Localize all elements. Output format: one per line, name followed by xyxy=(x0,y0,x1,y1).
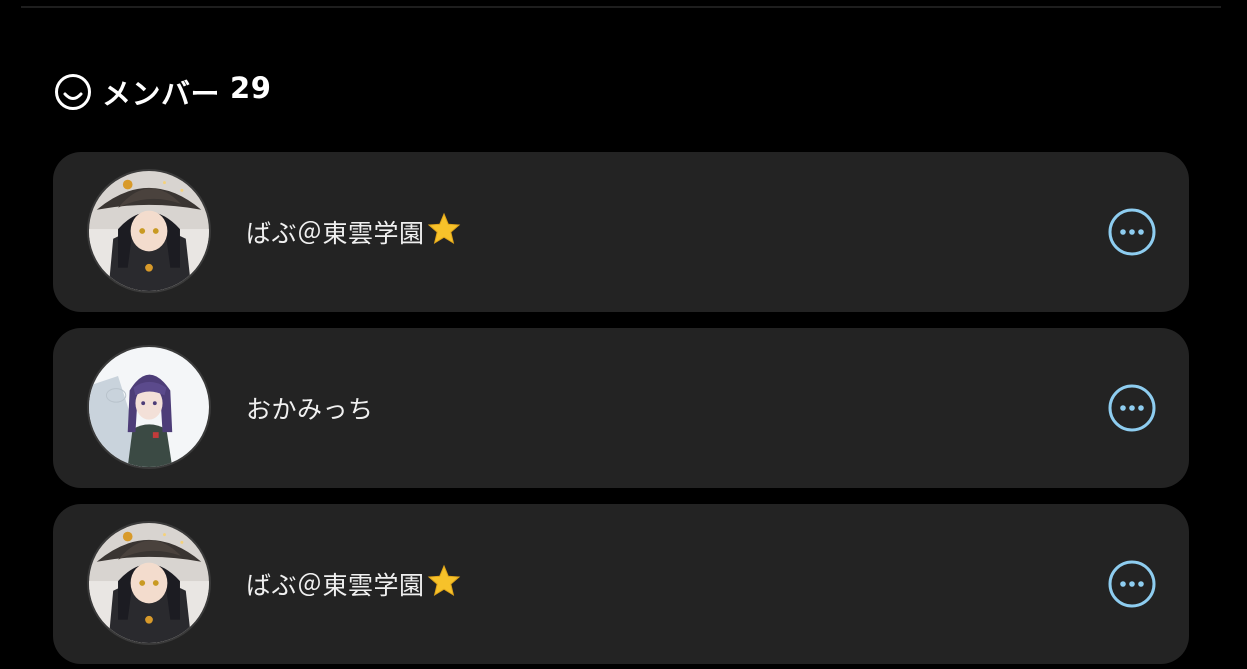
member-name-text: ばぶ＠東雲学園 xyxy=(246,571,425,600)
smile-icon xyxy=(54,73,92,111)
member-name: おかみっち xyxy=(246,328,374,488)
more-horizontal-icon xyxy=(1108,208,1156,256)
members-page: メンバー 29 ばぶ＠東雲学園 おかみっち ばぶ＠東雲学園 xyxy=(0,0,1247,669)
top-divider xyxy=(21,6,1221,8)
members-section-header: メンバー 29 xyxy=(54,71,271,113)
member-name-text: おかみっち xyxy=(246,395,374,424)
member-card[interactable]: ばぶ＠東雲学園 xyxy=(53,152,1189,312)
member-count: 29 xyxy=(230,71,272,105)
more-options-button[interactable] xyxy=(1108,560,1156,608)
star-icon xyxy=(425,564,461,604)
member-name-text: ばぶ＠東雲学園 xyxy=(246,219,425,248)
more-options-button[interactable] xyxy=(1108,384,1156,432)
avatar[interactable] xyxy=(87,521,211,645)
member-name: ばぶ＠東雲学園 xyxy=(246,504,461,664)
avatar[interactable] xyxy=(87,345,211,469)
member-name: ばぶ＠東雲学園 xyxy=(246,152,461,312)
star-icon xyxy=(425,212,461,252)
section-title-label: メンバー xyxy=(102,77,221,111)
member-card[interactable]: ばぶ＠東雲学園 xyxy=(53,504,1189,664)
member-list: ばぶ＠東雲学園 おかみっち ばぶ＠東雲学園 xyxy=(53,152,1189,669)
avatar[interactable] xyxy=(87,169,211,293)
more-horizontal-icon xyxy=(1108,560,1156,608)
member-card[interactable]: おかみっち xyxy=(53,328,1189,488)
section-title: メンバー 29 xyxy=(102,71,271,113)
more-options-button[interactable] xyxy=(1108,208,1156,256)
more-horizontal-icon xyxy=(1108,384,1156,432)
